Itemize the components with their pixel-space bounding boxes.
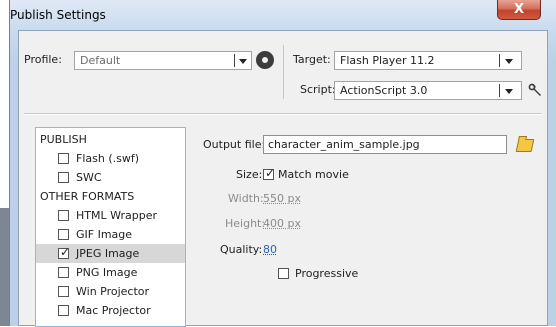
gif-checkbox[interactable] xyxy=(58,229,69,240)
combo-separator xyxy=(499,84,500,97)
target-value: Flash Player 11.2 xyxy=(340,54,435,67)
list-item-gif-image[interactable]: GIF Image xyxy=(36,225,185,244)
combo-separator xyxy=(499,54,500,67)
target-select[interactable]: Flash Player 11.2 xyxy=(334,51,522,70)
width-value: 550 px xyxy=(263,192,301,205)
output-file-input[interactable]: character_anim_sample.jpg xyxy=(263,135,507,154)
header-divider xyxy=(283,45,284,99)
size-label: Size: xyxy=(236,168,263,181)
checkmark-icon: ✓ xyxy=(265,166,276,180)
quality-label: Quality: xyxy=(220,243,263,256)
list-item-png-image[interactable]: PNG Image xyxy=(36,263,185,282)
mac-projector-checkbox[interactable] xyxy=(58,305,69,316)
height-label: Height: xyxy=(225,217,266,230)
wrench-icon[interactable] xyxy=(528,83,542,97)
output-file-value: character_anim_sample.jpg xyxy=(268,138,420,151)
combo-separator xyxy=(234,54,235,67)
height-value: 400 px xyxy=(263,217,301,230)
script-select[interactable]: ActionScript 3.0 xyxy=(334,81,522,100)
checkmark-icon: ✓ xyxy=(60,245,71,259)
swc-checkbox[interactable] xyxy=(58,172,69,183)
list-item-mac-projector[interactable]: Mac Projector xyxy=(36,301,185,320)
profile-value: Default xyxy=(80,54,121,67)
output-file-label: Output file: xyxy=(203,138,266,151)
list-item-win-projector[interactable]: Win Projector xyxy=(36,282,185,301)
list-item-swc[interactable]: SWC xyxy=(36,168,185,187)
list-section-header: PUBLISH xyxy=(40,133,87,146)
folder-icon[interactable] xyxy=(515,139,535,152)
section-divider xyxy=(24,113,542,115)
close-button[interactable]: X xyxy=(497,0,541,20)
win-projector-checkbox[interactable] xyxy=(58,286,69,297)
html-wrapper-checkbox[interactable] xyxy=(58,210,69,221)
window-title: Publish Settings xyxy=(10,8,106,22)
list-section-header: OTHER FORMATS xyxy=(40,190,135,203)
profile-select[interactable]: Default xyxy=(74,51,252,70)
publish-settings-window: Publish Settings X Profile: Default Targ… xyxy=(9,0,556,327)
dialog-body: Profile: Default Target: Flash Player 11… xyxy=(18,30,548,327)
gear-icon[interactable] xyxy=(258,53,272,67)
match-movie-label: Match movie xyxy=(278,168,349,181)
flash-checkbox[interactable] xyxy=(58,153,69,164)
list-item-jpeg-image[interactable]: ✓ JPEG Image xyxy=(36,244,185,263)
background-strip xyxy=(0,208,9,326)
jpeg-checkbox[interactable]: ✓ xyxy=(58,245,71,259)
chevron-down-icon xyxy=(505,89,513,94)
progressive-checkbox[interactable] xyxy=(278,268,289,279)
script-value: ActionScript 3.0 xyxy=(340,84,428,97)
quality-value[interactable]: 80 xyxy=(263,243,277,256)
match-movie-checkbox[interactable]: ✓ xyxy=(263,166,276,180)
list-item-flash-swf[interactable]: Flash (.swf) xyxy=(36,149,185,168)
list-item-html-wrapper[interactable]: HTML Wrapper xyxy=(36,206,185,225)
width-label: Width: xyxy=(228,192,264,205)
script-label: Script: xyxy=(300,83,336,96)
chevron-down-icon xyxy=(239,59,247,64)
target-label: Target: xyxy=(293,53,331,66)
progressive-label: Progressive xyxy=(295,267,359,280)
profile-label: Profile: xyxy=(24,53,62,66)
png-checkbox[interactable] xyxy=(58,267,69,278)
chevron-down-icon xyxy=(505,59,513,64)
title-bar[interactable]: Publish Settings X xyxy=(10,0,556,30)
publish-format-list[interactable]: PUBLISH Flash (.swf) SWC OTHER FORMATS H… xyxy=(35,127,186,327)
